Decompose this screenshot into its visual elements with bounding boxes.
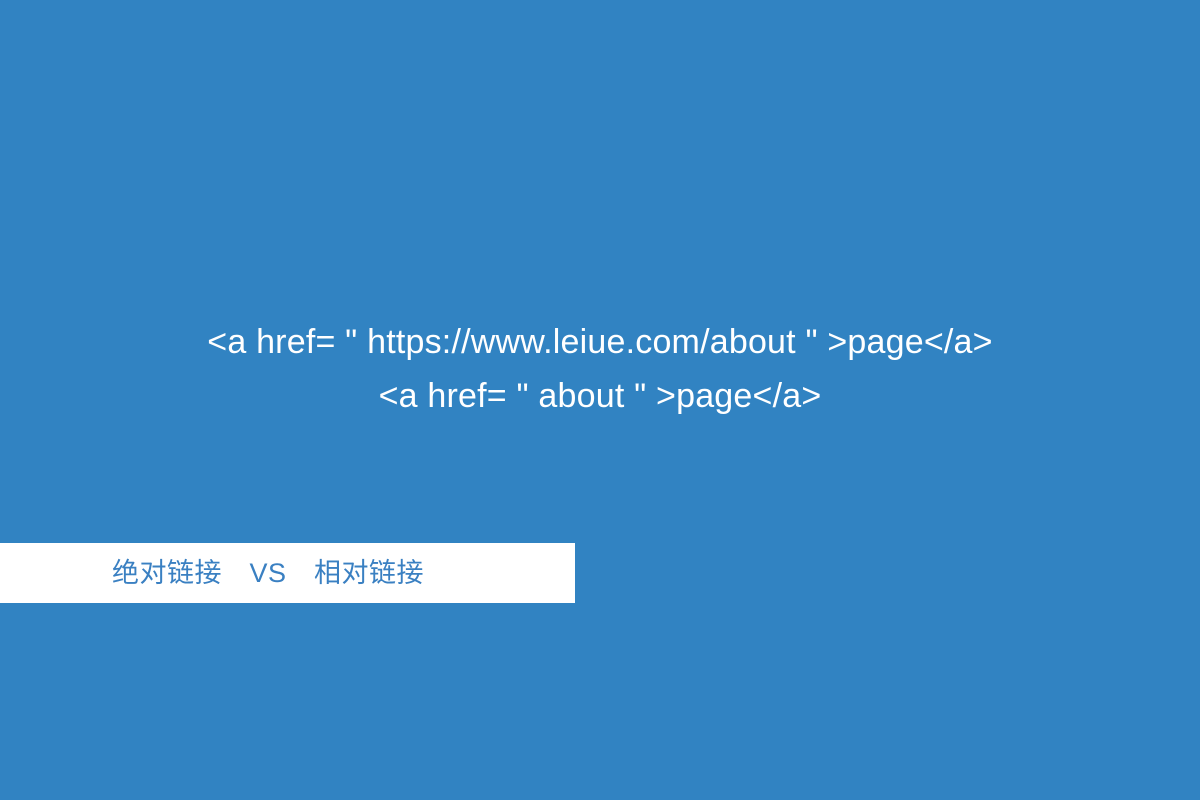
slide-canvas: <a href= " https://www.leiue.com/about "… [0,0,1200,800]
caption-banner: 绝对链接 VS 相对链接 [0,543,575,603]
caption-banner-label: 绝对链接 VS 相对链接 [112,557,425,588]
code-line-relative-link: <a href= " about " >page</a> [378,377,822,415]
code-line-absolute-link: <a href= " https://www.leiue.com/about "… [207,323,993,361]
code-sample-block: <a href= " https://www.leiue.com/about "… [0,315,1200,423]
